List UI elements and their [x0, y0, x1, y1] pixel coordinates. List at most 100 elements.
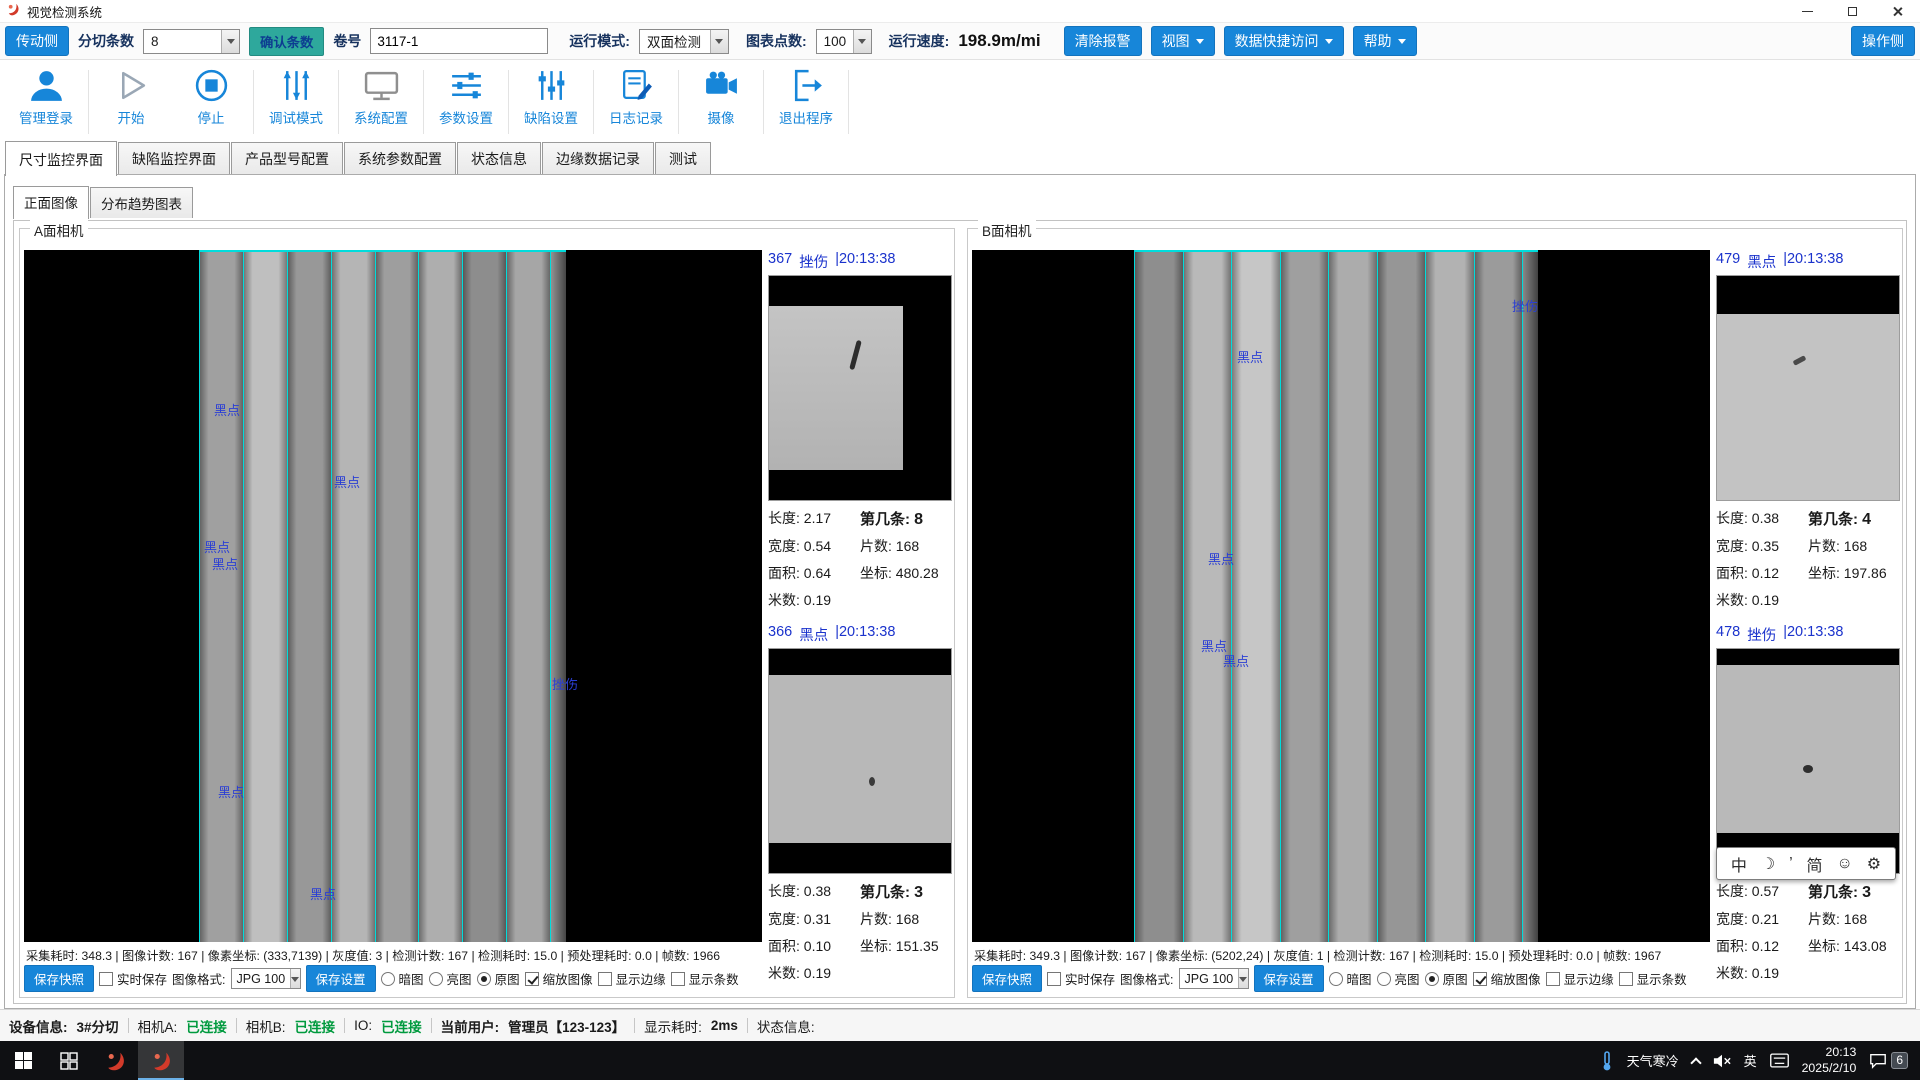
show-strips-checkbox[interactable]: 显示条数 [671, 969, 739, 988]
tab-page-size-monitor: 正面图像 分布趋势图表 A面相机 黑点 黑点 黑点 [4, 174, 1916, 1009]
exit-program-button[interactable]: 退出程序 [766, 62, 846, 142]
stat-label: 坐标: [1808, 938, 1840, 954]
save-settings-button[interactable]: 保存设置 [1254, 965, 1324, 992]
tab-defect-monitor[interactable]: 缺陷监控界面 [118, 142, 230, 175]
toolbar-divider [763, 70, 764, 134]
show-edge-checkbox[interactable]: 显示边缘 [1546, 969, 1614, 988]
zoom-image-checkbox[interactable]: 缩放图像 [1473, 969, 1541, 988]
slit-count-select[interactable]: 8 [143, 29, 240, 54]
taskbar-clock[interactable]: 20:13 2025/2/10 [1802, 1045, 1857, 1077]
param-settings-button[interactable]: 参数设置 [426, 62, 506, 142]
save-settings-button[interactable]: 保存设置 [306, 965, 376, 992]
system-config-button[interactable]: 系统配置 [341, 62, 421, 142]
current-user-label: 当前用户: [441, 1016, 500, 1036]
tab-size-monitor[interactable]: 尺寸监控界面 [5, 141, 117, 176]
tab-system-param-config[interactable]: 系统参数配置 [344, 142, 456, 175]
ime-fullwidth-toggle[interactable]: ☽ [1761, 854, 1775, 874]
defect-card-header[interactable]: 478 挫伤 |20:13:38 [1716, 623, 1900, 648]
film-strip [331, 252, 375, 942]
toolbar-divider [253, 70, 254, 134]
input-language-indicator[interactable]: 英 [1744, 1051, 1757, 1070]
start-button[interactable] [0, 1041, 46, 1080]
tab-test[interactable]: 测试 [655, 142, 711, 175]
save-snapshot-button[interactable]: 保存快照 [24, 965, 94, 992]
roll-number-input[interactable] [370, 28, 548, 54]
pinned-app-button[interactable] [92, 1041, 138, 1080]
bright-image-radio[interactable]: 亮图 [429, 969, 472, 988]
debug-mode-button[interactable]: 调试模式 [256, 62, 336, 142]
image-format-select[interactable]: JPG 100 [1179, 968, 1249, 989]
chart-points-select[interactable]: 100 [816, 29, 872, 54]
subtab-distribution-chart[interactable]: 分布趋势图表 [90, 187, 193, 218]
film-strip [199, 252, 243, 942]
volume-muted-icon[interactable] [1713, 1053, 1731, 1069]
radio-label: 原图 [495, 969, 520, 988]
bright-image-radio[interactable]: 亮图 [1377, 969, 1420, 988]
run-mode-select[interactable]: 双面检测 [639, 29, 729, 54]
touch-keyboard-icon[interactable] [1770, 1053, 1789, 1068]
tab-edge-data-record[interactable]: 边缘数据记录 [542, 142, 654, 175]
start-button[interactable]: 开始 [91, 62, 171, 142]
log-record-button[interactable]: 日志记录 [596, 62, 676, 142]
confirm-count-button[interactable]: 确认条数 [249, 27, 324, 56]
ime-punct-toggle[interactable]: ’ [1789, 855, 1793, 873]
ime-simplified-indicator[interactable]: 简 [1807, 852, 1823, 876]
original-image-radio[interactable]: 原图 [1425, 969, 1468, 988]
action-center-button[interactable]: 6 [1869, 1052, 1908, 1069]
running-app-button[interactable] [138, 1041, 184, 1080]
maximize-button[interactable] [1830, 0, 1875, 22]
minimize-button[interactable] [1785, 0, 1830, 22]
admin-login-button[interactable]: 管理登录 [6, 62, 86, 142]
defect-card-header[interactable]: 479 黑点 |20:13:38 [1716, 250, 1900, 275]
weather-status[interactable]: 天气寒冷 [1627, 1051, 1679, 1070]
windows-logo-icon [15, 1052, 32, 1069]
realtime-save-checkbox[interactable]: 实时保存 [99, 969, 167, 988]
stat-area: 面积: 0.12 [1716, 936, 1808, 956]
dark-image-radio[interactable]: 暗图 [381, 969, 424, 988]
save-snapshot-button[interactable]: 保存快照 [972, 965, 1042, 992]
defect-annotation: 黑点 [214, 400, 240, 419]
film-strip [287, 252, 331, 942]
stat-value: 0.10 [804, 938, 831, 954]
image-format-select[interactable]: JPG 100 [231, 968, 301, 989]
data-quick-access-menu-button[interactable]: 数据快捷访问 [1224, 26, 1344, 56]
original-image-radio[interactable]: 原图 [477, 969, 520, 988]
ime-lang-toggle[interactable]: 中 [1731, 852, 1747, 876]
stat-label: 第几条: [1808, 511, 1858, 528]
tab-product-model-config[interactable]: 产品型号配置 [231, 142, 343, 175]
camera-b-status-line: 采集耗时: 349.3 | 图像计数: 167 | 像素坐标: (5202,24… [974, 946, 1661, 964]
help-menu-button[interactable]: 帮助 [1353, 26, 1417, 56]
ime-emoji-button[interactable]: ☺ [1836, 855, 1852, 873]
subtab-front-image[interactable]: 正面图像 [13, 186, 89, 219]
close-button[interactable] [1875, 0, 1920, 22]
show-strips-checkbox[interactable]: 显示条数 [1619, 969, 1687, 988]
zoom-image-checkbox[interactable]: 缩放图像 [525, 969, 593, 988]
current-user-value: 管理员【123-123】 [508, 1016, 625, 1036]
drive-side-button[interactable]: 传动侧 [5, 26, 69, 56]
show-edge-checkbox[interactable]: 显示边缘 [598, 969, 666, 988]
ime-settings-button[interactable]: ⚙ [1867, 854, 1881, 874]
stat-meters: 米数: 0.19 [1716, 963, 1808, 983]
defect-settings-button[interactable]: 缺陷设置 [511, 62, 591, 142]
operate-side-button[interactable]: 操作侧 [1851, 26, 1915, 56]
stop-button[interactable]: 停止 [171, 62, 251, 142]
task-view-button[interactable] [46, 1041, 92, 1080]
dark-image-radio[interactable]: 暗图 [1329, 969, 1372, 988]
tray-expand-chevron-icon[interactable] [1690, 1057, 1701, 1068]
chevron-down-icon [1398, 39, 1406, 48]
realtime-save-checkbox[interactable]: 实时保存 [1047, 969, 1115, 988]
defect-annotation: 黑点 [218, 782, 244, 801]
defect-card-header[interactable]: 366 黑点 |20:13:38 [768, 623, 952, 648]
tab-status-info[interactable]: 状态信息 [457, 142, 541, 175]
stat-value: 0.12 [1752, 565, 1779, 581]
stat-label: 长度: [1716, 510, 1748, 526]
image-format-value: JPG 100 [1180, 972, 1239, 986]
defect-type: 挫伤 [799, 251, 828, 272]
view-menu-button[interactable]: 视图 [1151, 26, 1215, 56]
clear-alarm-button[interactable]: 清除报警 [1064, 26, 1142, 56]
capture-button[interactable]: 摄像 [681, 62, 761, 142]
defect-card-header[interactable]: 367 挫伤 |20:13:38 [768, 250, 952, 275]
statusbar-divider [747, 1018, 748, 1033]
stat-value: 168 [896, 538, 919, 554]
stat-label: 宽度: [1716, 538, 1748, 554]
